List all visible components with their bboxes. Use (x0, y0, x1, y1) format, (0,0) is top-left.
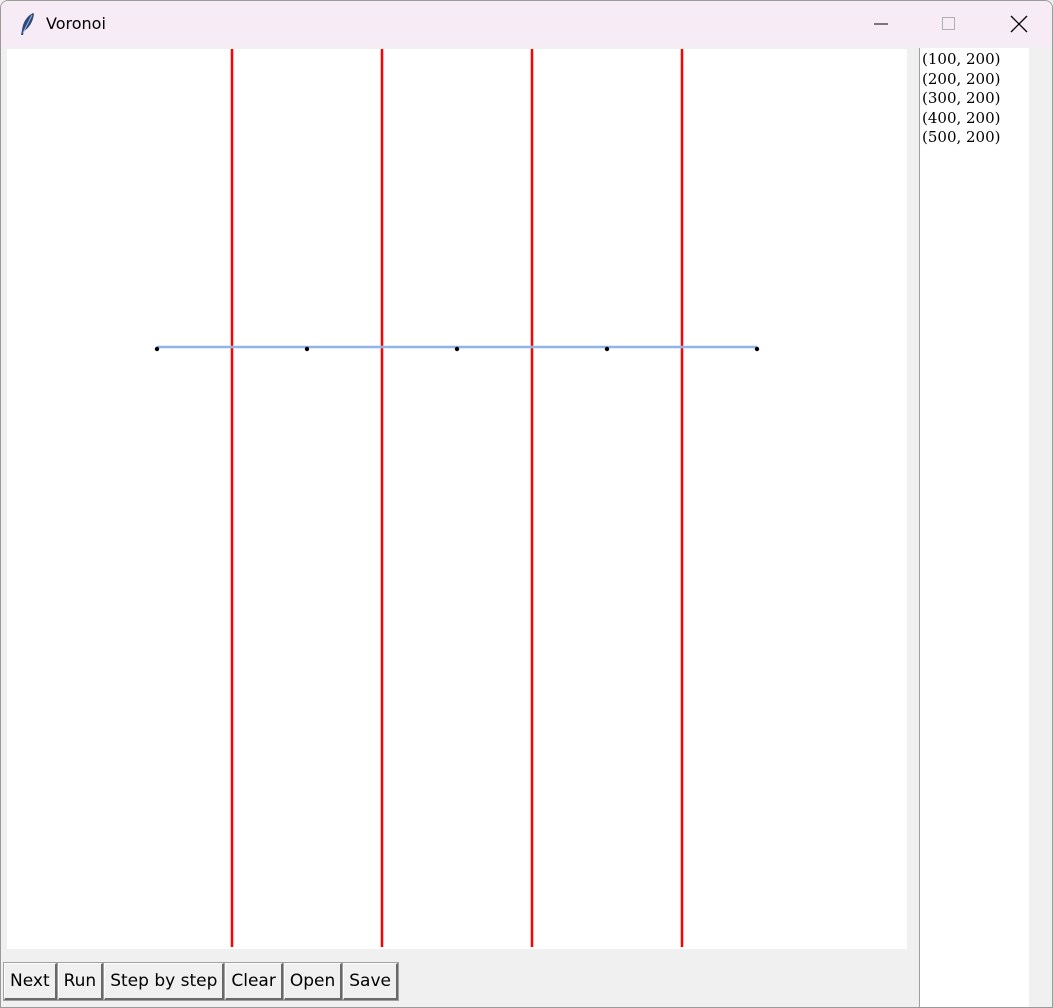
maximize-icon (942, 17, 955, 30)
app-window: Voronoi (100, 200) (200, 200) (300, 200)… (0, 0, 1053, 1008)
site-point (304, 346, 310, 352)
clear-button[interactable]: Clear (224, 962, 284, 1001)
point-list-item[interactable]: (100, 200) (922, 50, 1029, 70)
site-point (454, 346, 460, 352)
run-button[interactable]: Run (56, 962, 105, 1001)
button-bar: Next Run Step by step Clear Open Save (3, 962, 399, 1001)
window-title: Voronoi (46, 14, 106, 33)
minimize-icon (874, 23, 888, 25)
title-bar[interactable]: Voronoi (1, 1, 1052, 47)
point-list[interactable]: (100, 200) (200, 200) (300, 200) (400, 2… (919, 48, 1029, 1007)
site-point (154, 346, 160, 352)
next-button[interactable]: Next (3, 962, 58, 1001)
point-list-item[interactable]: (200, 200) (922, 70, 1029, 90)
site-point (754, 346, 760, 352)
voronoi-canvas[interactable] (7, 49, 907, 949)
scrollbar-track[interactable] (1030, 48, 1052, 1007)
close-icon (1010, 15, 1028, 33)
save-button[interactable]: Save (342, 962, 399, 1001)
minimize-button[interactable] (847, 1, 915, 47)
feather-icon (21, 13, 34, 35)
maximize-button[interactable] (915, 1, 983, 47)
point-list-item[interactable]: (400, 200) (922, 109, 1029, 129)
open-button[interactable]: Open (282, 962, 344, 1001)
close-button[interactable] (985, 1, 1052, 47)
point-list-item[interactable]: (300, 200) (922, 89, 1029, 109)
step-by-step-button[interactable]: Step by step (103, 962, 226, 1001)
point-list-item[interactable]: (500, 200) (922, 128, 1029, 148)
canvas-drawing[interactable] (7, 49, 907, 949)
site-point (604, 346, 610, 352)
